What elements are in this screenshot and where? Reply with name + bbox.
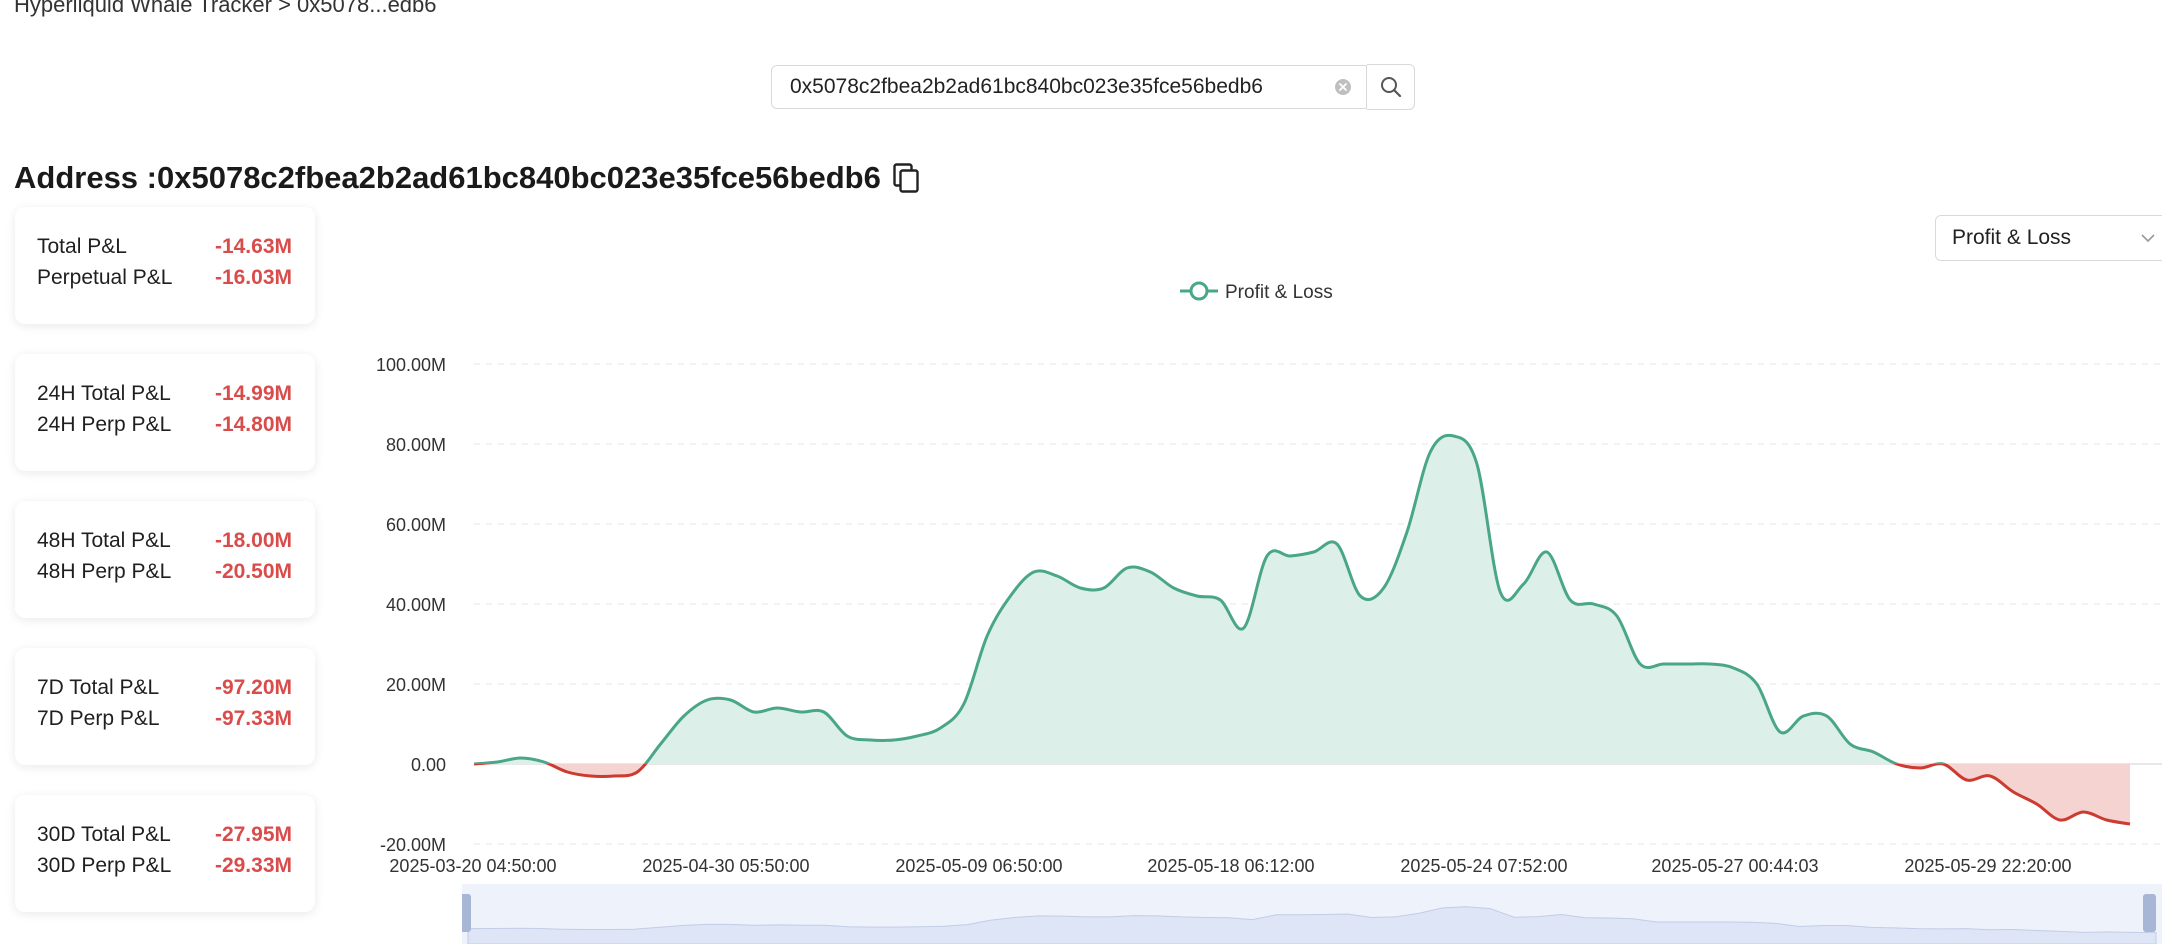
address-search <box>771 64 1415 111</box>
metric-select-value: Profit & Loss <box>1952 226 2072 249</box>
y-tick-label: 80.00M <box>386 435 446 455</box>
metric-label: Total P&L <box>37 235 127 258</box>
x-tick-label: 2025-05-09 06:50:00 <box>895 856 1062 876</box>
breadcrumb[interactable]: Hyperliquid Whale Tracker > 0x5078...edb… <box>14 0 437 18</box>
legend-label: Profit & Loss <box>1225 282 1333 303</box>
search-icon <box>1380 77 1401 98</box>
positive-area <box>474 435 2130 764</box>
pnl-chart: -20.00M 0.00 20.00M 40.00M 60.00M 80.00M 100.0… <box>376 281 2162 876</box>
clear-icon[interactable] <box>1334 78 1352 96</box>
zoom-handle-right[interactable] <box>2143 894 2156 932</box>
search-button[interactable] <box>1367 64 1415 110</box>
x-tick-label: 2025-05-24 07:52:00 <box>1400 856 1567 876</box>
x-tick-label: 2025-05-29 22:20:00 <box>1904 856 2071 876</box>
y-tick-label: 40.00M <box>386 595 446 615</box>
search-box <box>771 65 1367 109</box>
x-tick-label: 2025-05-18 06:12:00 <box>1147 856 1314 876</box>
card-row: Total P&L -14.63M <box>37 231 292 262</box>
chevron-down-icon <box>2141 234 2155 243</box>
y-tick-label: 20.00M <box>386 675 446 695</box>
page-title: Address :0x5078c2fbea2b2ad61bc840bc023e3… <box>14 160 919 196</box>
address-value: 0x5078c2fbea2b2ad61bc840bc023e35fce56bed… <box>156 160 881 195</box>
y-tick-label: 100.00M <box>376 355 446 375</box>
copy-icon[interactable] <box>893 163 919 193</box>
zoom-slider[interactable] <box>462 884 2162 944</box>
metric-select[interactable]: Profit & Loss <box>1935 215 2162 261</box>
y-tick-label: -20.00M <box>380 835 446 855</box>
zoom-handle-left[interactable] <box>462 894 471 932</box>
address-label: Address : <box>14 160 157 195</box>
y-tick-label: 0.00 <box>411 755 446 775</box>
metric-value: -14.63M <box>214 235 292 258</box>
y-tick-label: 60.00M <box>386 515 446 535</box>
x-tick-label: 2025-04-30 05:50:00 <box>642 856 809 876</box>
search-input[interactable] <box>788 74 1334 100</box>
x-tick-label: 2025-03-20 04:50:00 <box>389 856 556 876</box>
legend-marker <box>1189 281 1209 301</box>
x-tick-label: 2025-05-27 00:44:03 <box>1651 856 1818 876</box>
